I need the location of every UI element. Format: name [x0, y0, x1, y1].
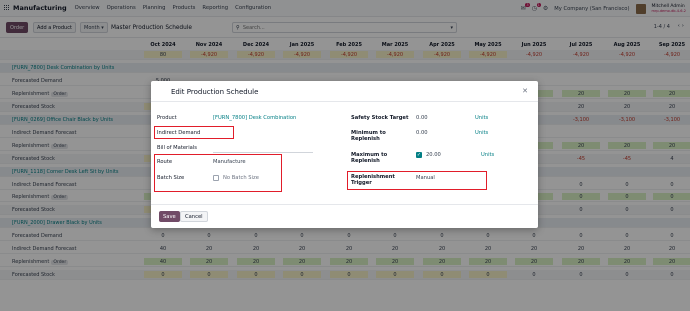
edit-production-schedule-dialog: Edit Production Schedule ✕ Product [FURN…	[151, 81, 538, 228]
min-replenish-label: Minimum to Replenish	[351, 130, 386, 142]
safety-stock-label: Safety Stock Target	[351, 115, 409, 121]
min-replenish-input[interactable]: 0.00	[416, 130, 428, 136]
batch-size-hint: No Batch Size	[223, 175, 259, 181]
save-button[interactable]: Save	[159, 211, 180, 222]
max-replenish-checkbox[interactable]: ✓	[416, 152, 422, 158]
batch-size-checkbox[interactable]	[213, 175, 219, 181]
indirect-demand-label: Indirect Demand	[157, 130, 201, 136]
route-field[interactable]: Manufacture	[213, 159, 246, 165]
max-replenish-unit: Units	[481, 152, 495, 158]
max-replenish-label: Maximum to Replenish	[351, 152, 388, 164]
bill-of-materials-label: Bill of Materials	[157, 145, 197, 151]
close-icon[interactable]: ✕	[522, 87, 528, 95]
safety-stock-input[interactable]: 0.00	[416, 115, 428, 121]
safety-stock-unit: Units	[475, 115, 489, 121]
dialog-footer: Save Cancel	[151, 204, 538, 228]
max-replenish-input[interactable]: 20.00	[426, 152, 441, 158]
bill-of-materials-field[interactable]	[213, 152, 313, 153]
dialog-header: Edit Production Schedule ✕	[151, 81, 538, 102]
cancel-button[interactable]: Cancel	[180, 211, 208, 222]
replenishment-trigger-label: Replenishment Trigger	[351, 174, 395, 186]
product-field[interactable]: [FURN_7800] Desk Combination	[213, 115, 296, 121]
product-label: Product	[157, 115, 177, 121]
replenishment-trigger-select[interactable]: Manual	[416, 175, 435, 181]
min-replenish-unit: Units	[475, 130, 489, 136]
route-label: Route	[157, 159, 173, 165]
dialog-title: Edit Production Schedule	[171, 88, 259, 96]
batch-size-label: Batch Size	[157, 175, 185, 181]
